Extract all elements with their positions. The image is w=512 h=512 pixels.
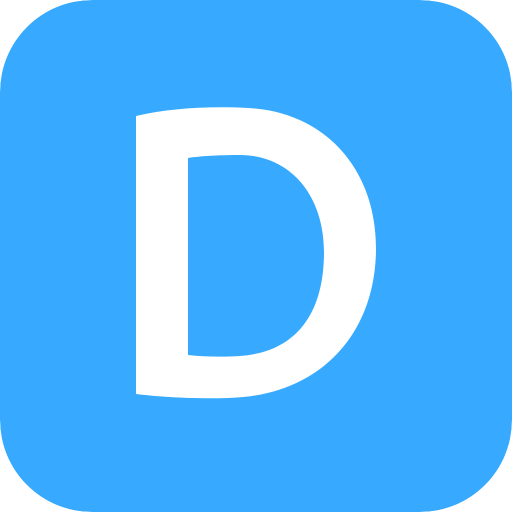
d-letter-app-icon <box>0 0 512 512</box>
icon-background <box>0 0 512 512</box>
app-icon-graphic <box>0 0 512 512</box>
